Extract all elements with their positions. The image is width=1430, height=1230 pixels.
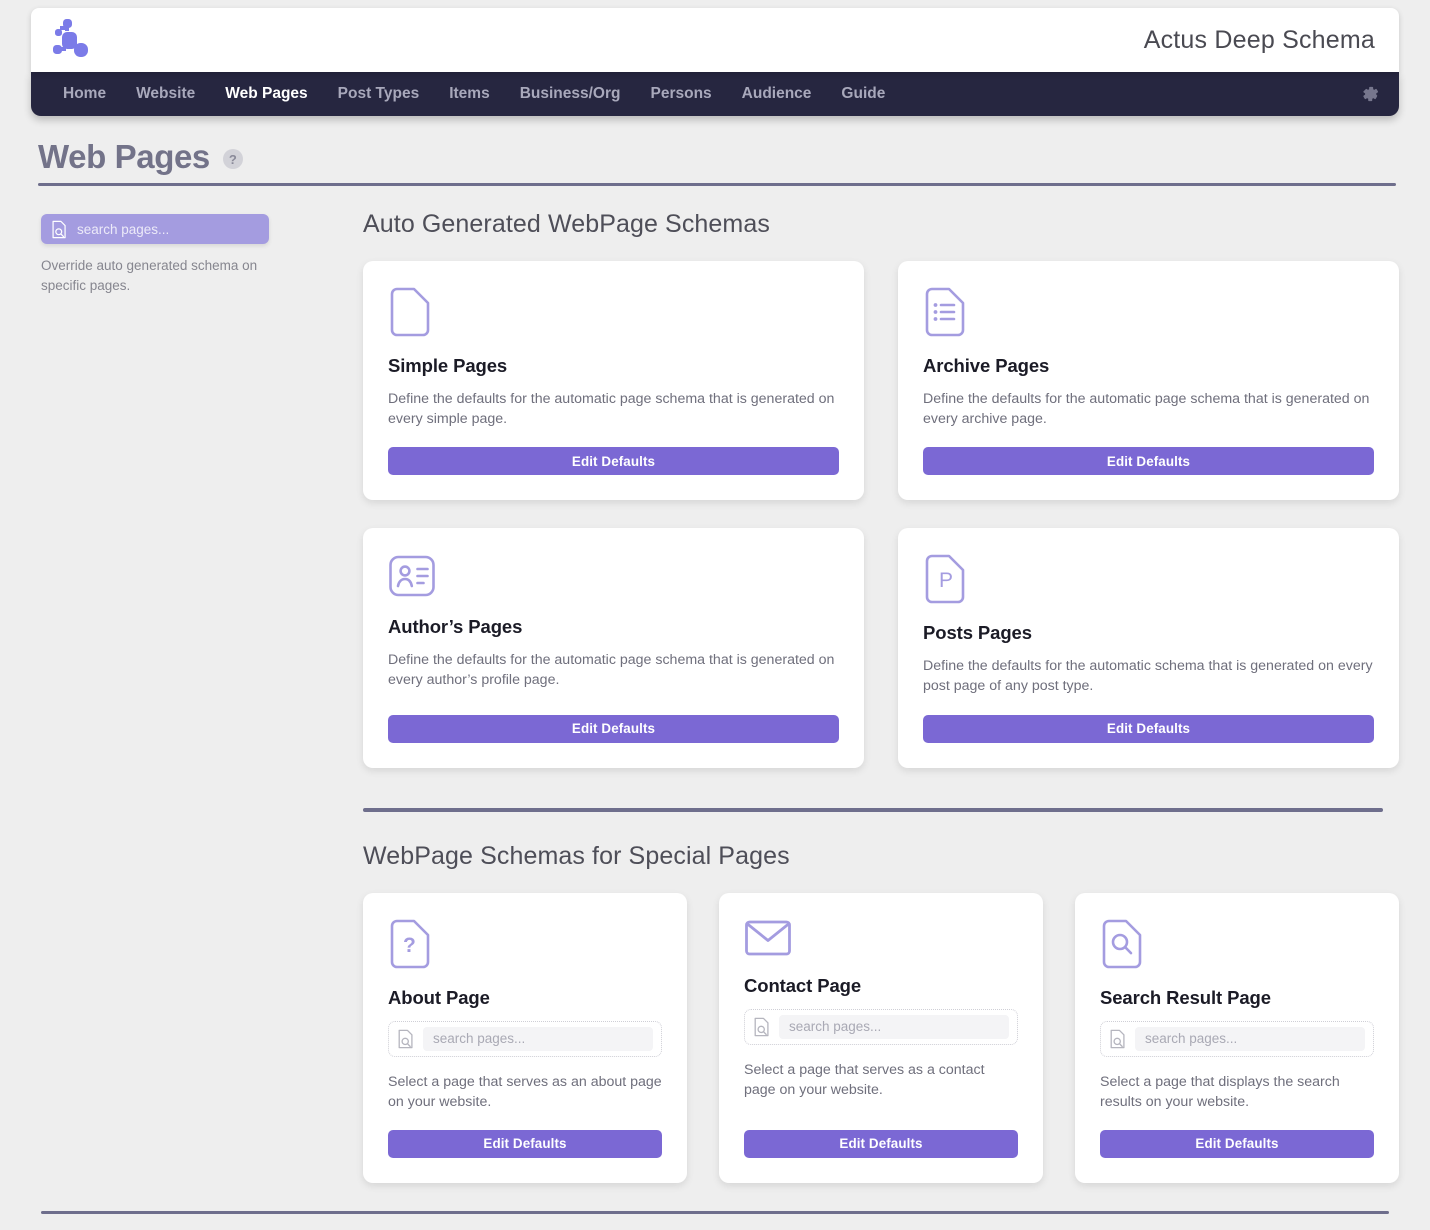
nav-items: Home Website Web Pages Post Types Items Busin… [63, 85, 1359, 103]
search-placeholder: search pages... [77, 221, 170, 237]
card-description: Define the defaults for the automatic pa… [388, 391, 835, 428]
id-card-icon [388, 554, 839, 598]
card-title: Archive Pages [923, 355, 1050, 376]
sidebar-note: Override auto generated schema on specif… [41, 258, 258, 294]
page-search-icon [753, 1017, 771, 1037]
page-footer: Actus Deep Schema v1.3.2 ACTUS anima dee… [15, 1210, 1415, 1230]
edit-defaults-button[interactable]: Edit Defaults [388, 1129, 662, 1158]
search-field[interactable]: search pages... [1135, 1026, 1365, 1051]
page-search-input[interactable]: search pages... [388, 1020, 662, 1057]
svg-text:P: P [939, 569, 953, 592]
card-simple-pages: Simple Pages Define the defaults for the … [363, 261, 864, 501]
card-title: Search Result Page [1100, 986, 1271, 1008]
nav-item-web-pages[interactable]: Web Pages [225, 85, 307, 103]
edit-defaults-button[interactable]: Edit Defaults [744, 1129, 1018, 1158]
card-archive-pages: Archive Pages Define the defaults for the… [898, 261, 1399, 501]
search-placeholder: search pages... [789, 1019, 882, 1035]
search-placeholder: search pages... [1145, 1031, 1238, 1047]
help-icon[interactable]: ? [222, 149, 243, 169]
main-navigation: Home Website Web Pages Post Types Items Busin… [31, 72, 1399, 116]
document-search-icon [1100, 919, 1374, 969]
section-divider [363, 807, 1383, 812]
actus-logo-icon [45, 15, 101, 65]
card-author-s-pages: Author’s Pages Define the defaults for th… [363, 528, 864, 768]
card-title: Simple Pages [388, 355, 508, 376]
card-description: Select a page that serves as a contact p… [744, 1061, 985, 1098]
card-title: About Page [388, 986, 490, 1008]
search-field[interactable]: search pages... [779, 1014, 1009, 1039]
card-title: Posts Pages [923, 622, 1032, 644]
document-p-icon: P [923, 554, 1374, 604]
card-description: Select a page that serves as an about pa… [388, 1073, 662, 1110]
section-heading-special-pages: WebPage Schemas for Special Pages [363, 841, 790, 870]
card-title: Contact Page [744, 974, 862, 996]
card-description: Define the defaults for the automatic pa… [923, 391, 1370, 428]
nav-item-business-org[interactable]: Business/Org [520, 85, 621, 103]
edit-defaults-button[interactable]: Edit Defaults [1100, 1129, 1374, 1158]
card-description: Select a page that displays the search r… [1100, 1073, 1340, 1110]
auto-generated-card-grid: Simple Pages Define the defaults for the … [363, 261, 1399, 768]
page-search-icon [1109, 1029, 1127, 1049]
card-posts-pages: P Posts Pages Define the defaults for the … [898, 528, 1399, 768]
section-heading-auto-generated: Auto Generated WebPage Schemas [363, 210, 770, 238]
nav-item-persons[interactable]: Persons [650, 85, 711, 103]
page-title-row: Web Pages ? [38, 138, 1396, 176]
card-title: Author’s Pages [388, 616, 523, 638]
nav-item-guide[interactable]: Guide [841, 85, 885, 103]
search-placeholder: search pages... [433, 1031, 526, 1047]
nav-item-items[interactable]: Items [449, 85, 490, 103]
search-field[interactable]: search pages... [423, 1026, 653, 1051]
page-title: Web Pages [38, 138, 210, 175]
app-title: Actus Deep Schema [1143, 25, 1375, 54]
edit-defaults-button[interactable]: Edit Defaults [388, 447, 839, 476]
page-search-input[interactable]: search pages... [744, 1008, 1018, 1045]
document-question-icon: ? [388, 919, 662, 969]
page-head: Web Pages ? [34, 138, 1396, 186]
nav-item-post-types[interactable]: Post Types [338, 85, 420, 103]
card-description: Define the defaults for the automatic sc… [923, 658, 1373, 695]
page-search-input[interactable]: search pages... [1100, 1020, 1374, 1057]
main-content: Auto Generated WebPage Schemas Simple Pa… [363, 186, 1415, 1183]
footer-content: Actus Deep Schema v1.3.2 ACTUS anima dee… [41, 1214, 1389, 1230]
page-search-icon [397, 1029, 415, 1049]
nav-item-website[interactable]: Website [136, 85, 195, 103]
page-search-icon [51, 220, 68, 239]
sidebar: search pages... Override auto generated … [41, 186, 363, 1183]
nav-item-audience[interactable]: Audience [742, 85, 812, 103]
svg-text:?: ? [403, 934, 416, 957]
edit-defaults-button[interactable]: Edit Defaults [923, 447, 1374, 476]
header-bar: Actus Deep Schema [31, 8, 1399, 72]
nav-item-home[interactable]: Home [63, 85, 106, 103]
card-contact-page: Contact Page search pages... Select a pag… [719, 892, 1043, 1183]
gear-icon[interactable] [1359, 83, 1381, 105]
page-layout: search pages... Override auto generated … [15, 186, 1415, 1183]
envelope-icon [744, 919, 1018, 957]
special-pages-card-grid: ? About Page search pages... Select a page… [363, 892, 1399, 1183]
card-about-page: ? About Page search pages... Select a page… [363, 892, 687, 1183]
document-page-icon [388, 287, 839, 337]
card-search-result-page: Search Result Page search pages... Select… [1075, 892, 1399, 1183]
app-header: Actus Deep Schema Home Website Web Pages Po… [31, 8, 1399, 116]
edit-defaults-button[interactable]: Edit Defaults [388, 714, 839, 743]
document-list-icon [923, 287, 1374, 337]
search-input[interactable]: search pages... [41, 214, 269, 244]
edit-defaults-button[interactable]: Edit Defaults [923, 714, 1374, 743]
card-description: Define the defaults for the automatic pa… [388, 652, 835, 689]
